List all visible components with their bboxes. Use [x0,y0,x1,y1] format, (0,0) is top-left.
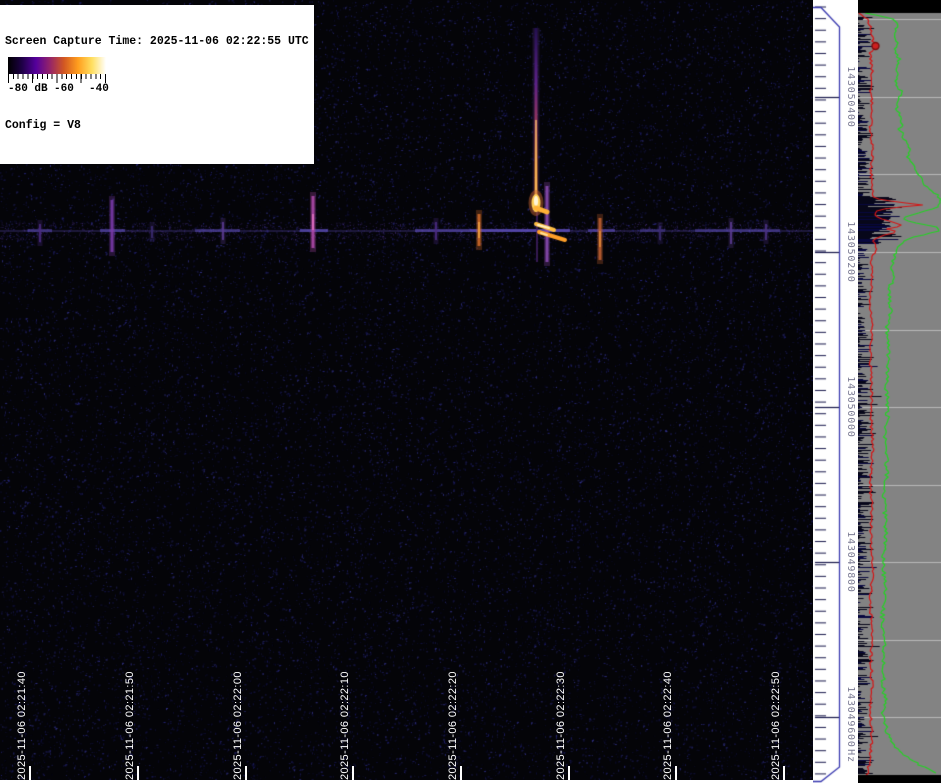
time-tick [568,766,570,781]
colorbar-gradient [8,57,106,74]
time-tick [460,766,462,781]
time-tick-label: 2025-11-06 02:22:40 [662,671,674,780]
freq-unit-label: Hz [845,749,856,763]
freq-tick-label: 143050000 [845,376,856,438]
time-tick-label: 2025-11-06 02:22:30 [555,671,567,780]
time-tick [675,766,677,781]
time-tick [245,766,247,781]
time-tick [29,766,31,781]
colorbar-label-mid: -60 [54,83,74,95]
colorbar-label-max: -40 [89,83,109,95]
time-tick-label: 2025-11-06 02:22:50 [770,671,782,780]
colorbar: -80 dB -60 -40 [4,52,110,97]
time-tick [352,766,354,781]
time-tick-label: 2025-11-06 02:21:40 [16,671,28,780]
spectrum-panel-canvas[interactable] [858,0,941,783]
time-tick-label: 2025-11-06 02:22:10 [339,671,351,780]
app-window: 2025-11-06 02:21:40 2025-11-06 02:21:50 20… [0,0,941,783]
time-tick-label: 2025-11-06 02:22:00 [232,671,244,780]
time-tick-label: 2025-11-06 02:22:20 [447,671,459,780]
freq-tick-label: 143050400 [845,66,856,128]
freq-tick-label: 143049800 [845,531,856,593]
colorbar-ticks [8,74,106,83]
time-tick [137,766,139,781]
freq-tick-label: 143049600 [845,686,856,748]
freq-tick-label: 143050200 [845,221,856,283]
colorbar-label-min: -80 dB [8,83,48,95]
info-line-config: Config = V8 [5,119,81,132]
info-line-capture-time: Screen Capture Time: 2025-11-06 02:22:55… [5,35,309,48]
time-tick-label: 2025-11-06 02:21:50 [124,671,136,780]
time-tick [783,766,785,781]
